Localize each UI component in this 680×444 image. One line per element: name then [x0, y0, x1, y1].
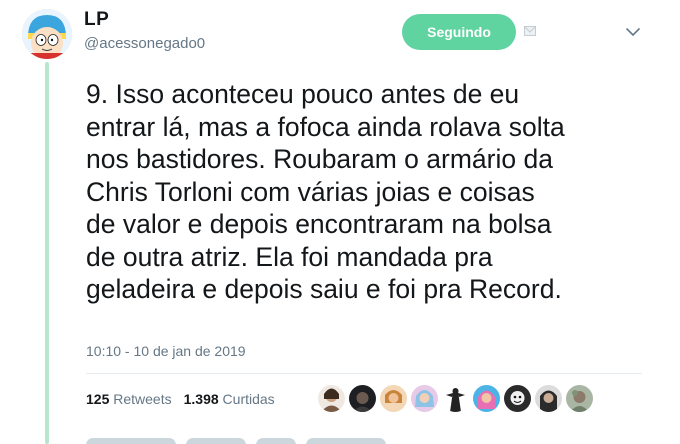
liker-avatar[interactable] — [504, 385, 531, 412]
likes-count: 1.398 — [183, 391, 219, 407]
divider — [86, 373, 642, 374]
user-name[interactable]: LP — [84, 9, 109, 31]
liker-avatars — [318, 385, 593, 413]
liker-avatar[interactable] — [411, 385, 438, 412]
likes-stat[interactable]: 1.398 Curtidas — [184, 391, 275, 407]
tweet-stats: 125 Retweets 1.398 Curtidas — [86, 391, 275, 407]
tweet-text: 9. Isso aconteceu pouco antes de eu entr… — [86, 78, 661, 306]
next-tweet-preview — [86, 432, 406, 444]
liker-avatar[interactable] — [349, 385, 376, 412]
liker-avatar[interactable] — [566, 385, 593, 412]
retweets-stat[interactable]: 125 Retweets — [86, 391, 172, 407]
tweet-line: Chris Torloni com várias joias e coisas — [86, 176, 535, 207]
tweet-line: geladeira e depois saiu e foi pra Record… — [86, 274, 562, 304]
thread-line — [45, 62, 49, 444]
tweet-line: de valor e depois encontraram na bolsa — [86, 209, 552, 239]
retweets-label: Retweets — [113, 391, 172, 407]
cartoon-avatar-icon — [22, 9, 72, 59]
tweet-line: 9. Isso aconteceu pouco antes de eu — [86, 79, 520, 109]
liker-avatar[interactable] — [380, 385, 407, 412]
tweet-line: de outra atriz. Ela foi mandada pra — [86, 241, 493, 272]
user-handle[interactable]: @acessonegado0 — [84, 35, 205, 52]
tweet-line: nos bastidores. Roubaram o armário da — [86, 144, 553, 174]
retweets-count: 125 — [86, 391, 110, 407]
liker-avatar[interactable] — [442, 385, 469, 412]
tweet-line: entrar lá, mas a fofoca ainda rolava sol… — [86, 111, 565, 142]
liker-avatar[interactable] — [535, 385, 562, 412]
dm-icon — [524, 26, 536, 36]
liker-avatar[interactable] — [318, 385, 345, 412]
tweet-timestamp[interactable]: 10:10 - 10 de jan de 2019 — [86, 343, 246, 359]
likes-label: Curtidas — [222, 391, 275, 407]
liker-avatar[interactable] — [473, 385, 500, 412]
avatar[interactable] — [22, 9, 72, 59]
chevron-down-icon[interactable] — [625, 26, 641, 38]
following-button[interactable]: Seguindo — [402, 14, 516, 50]
